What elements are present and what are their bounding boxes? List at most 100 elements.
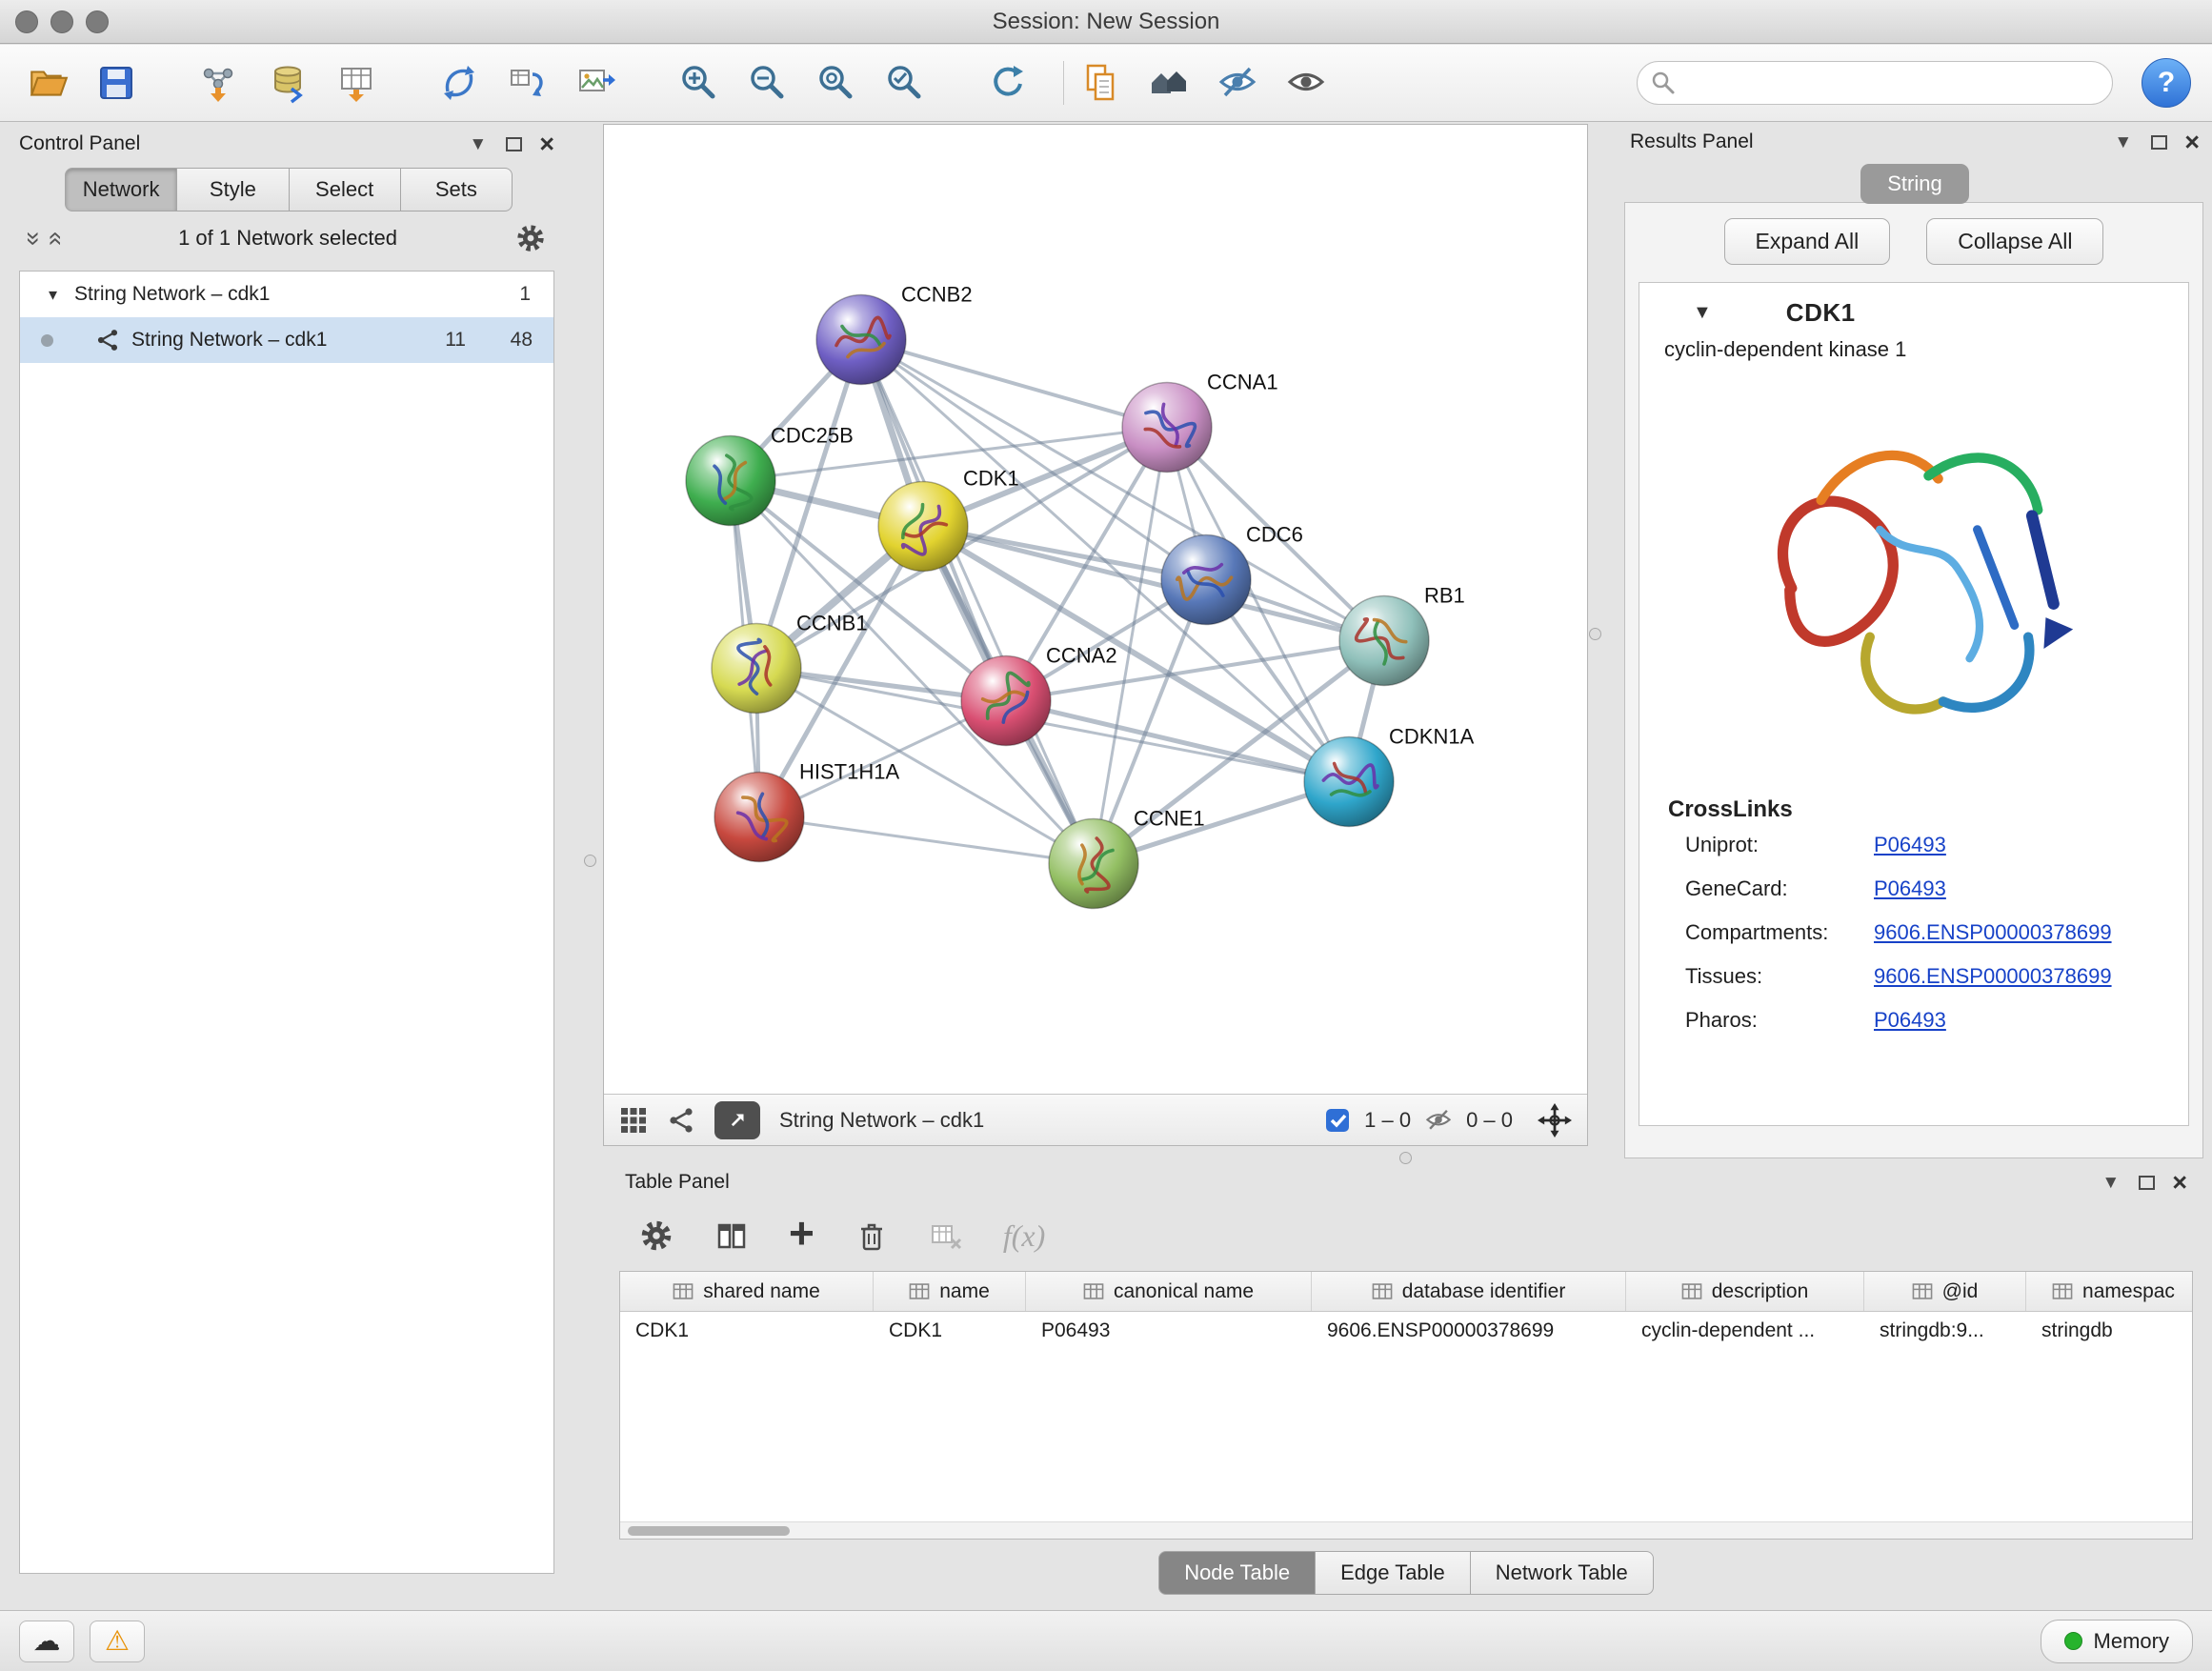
- splitter-handle-bottom[interactable]: [1399, 1152, 1412, 1164]
- crosslink-link[interactable]: 9606.ENSP00000378699: [1874, 920, 2112, 945]
- import-network-icon: [198, 62, 240, 104]
- network-node-cdkn1a[interactable]: [1304, 737, 1394, 827]
- show-columns-icon[interactable]: [714, 1218, 749, 1253]
- warnings-button[interactable]: ⚠: [90, 1621, 145, 1662]
- crosslink-row-tissues: Tissues: 9606.ENSP00000378699: [1639, 955, 2188, 998]
- network-edge-ccnb2-ccna1[interactable]: [861, 340, 1167, 428]
- network-edge-ccna2-cdkn1a[interactable]: [1006, 701, 1349, 782]
- show-all-button[interactable]: [1279, 56, 1333, 110]
- copy-button[interactable]: [1074, 56, 1127, 110]
- hidden-eye-slash-icon[interactable]: [1424, 1106, 1453, 1135]
- export-image-button[interactable]: [570, 56, 623, 110]
- crosslink-link[interactable]: P06493: [1874, 1008, 1946, 1033]
- grid-view-icon[interactable]: [619, 1106, 648, 1135]
- selected-checkbox-icon[interactable]: [1324, 1107, 1351, 1134]
- panel-close-icon[interactable]: ×: [2184, 130, 2200, 155]
- panel-menu-icon[interactable]: ▼: [469, 135, 487, 153]
- collapse-all-button[interactable]: Collapse All: [1926, 218, 2103, 265]
- network-node-rb1[interactable]: [1339, 596, 1429, 686]
- crosslink-link[interactable]: P06493: [1874, 876, 1946, 901]
- tab-edge-table[interactable]: Edge Table: [1315, 1551, 1471, 1595]
- import-table-file-button[interactable]: [330, 56, 383, 110]
- hide-selected-button[interactable]: [1211, 56, 1264, 110]
- tab-string[interactable]: String: [1860, 164, 1968, 204]
- tab-node-table[interactable]: Node Table: [1158, 1551, 1316, 1595]
- expand-all-button[interactable]: Expand All: [1724, 218, 1891, 265]
- zoom-in-button[interactable]: [673, 56, 726, 110]
- splitter-handle-right[interactable]: [1589, 628, 1601, 640]
- share-view-icon[interactable]: [667, 1106, 695, 1135]
- column-header-namespac[interactable]: namespac: [2026, 1272, 2193, 1311]
- collapse-section-icon[interactable]: ▼: [1693, 302, 1712, 324]
- add-column-icon[interactable]: +: [789, 1211, 814, 1255]
- network-node-cdk1[interactable]: [878, 482, 968, 572]
- cloud-button[interactable]: ☁: [19, 1621, 74, 1662]
- search-input[interactable]: [1685, 70, 2099, 95]
- panel-menu-icon[interactable]: ▼: [2114, 133, 2132, 151]
- column-header-shared-name[interactable]: shared name: [620, 1272, 874, 1311]
- home-view-button[interactable]: [1142, 56, 1196, 110]
- save-session-button[interactable]: [90, 56, 143, 110]
- panel-float-icon[interactable]: [2139, 1176, 2155, 1190]
- network-collection-row[interactable]: ▾ String Network – cdk1 1: [20, 272, 553, 317]
- scrollbar-thumb[interactable]: [628, 1526, 790, 1536]
- traffic-lights: [15, 10, 109, 33]
- tab-network-table[interactable]: Network Table: [1470, 1551, 1654, 1595]
- column-header-canonical-name[interactable]: canonical name: [1026, 1272, 1312, 1311]
- table-row[interactable]: CDK1CDK1P064939606.ENSP00000378699cyclin…: [620, 1312, 2192, 1352]
- delete-trash-icon[interactable]: [855, 1218, 889, 1253]
- network-row-selected[interactable]: String Network – cdk1 11 48: [20, 317, 553, 363]
- tab-style[interactable]: Style: [176, 168, 289, 211]
- open-in-new-window-button[interactable]: [714, 1101, 760, 1139]
- network-canvas-wrapper: CCNB2CCNA1CDC25BCDK1CDC6RB1CCNB1CCNA2CDK…: [604, 125, 1587, 1094]
- network-edge-hist1h1a-ccne1[interactable]: [759, 817, 1094, 864]
- crosslink-link[interactable]: 9606.ENSP00000378699: [1874, 964, 2112, 989]
- window-close-button[interactable]: [15, 10, 38, 33]
- table-settings-gear-icon[interactable]: [638, 1218, 674, 1254]
- refresh-layout-button[interactable]: [981, 56, 1035, 110]
- column-header--id[interactable]: @id: [1864, 1272, 2026, 1311]
- panel-float-icon[interactable]: [506, 137, 522, 151]
- network-node-ccne1[interactable]: [1049, 819, 1138, 909]
- network-canvas[interactable]: CCNB2CCNA1CDC25BCDK1CDC6RB1CCNB1CCNA2CDK…: [604, 125, 1587, 1094]
- column-header-description[interactable]: description: [1626, 1272, 1864, 1311]
- expand-all-tree-icon[interactable]: »: [39, 231, 69, 245]
- import-network-file-button[interactable]: [192, 56, 246, 110]
- column-header-database-identifier[interactable]: database identifier: [1312, 1272, 1626, 1311]
- network-node-cdc6[interactable]: [1161, 535, 1251, 625]
- table-horizontal-scrollbar[interactable]: [620, 1521, 2192, 1539]
- clone-network-button[interactable]: [501, 56, 554, 110]
- network-node-ccnb2[interactable]: [816, 295, 906, 385]
- panel-close-icon[interactable]: ×: [2172, 1170, 2187, 1196]
- window-minimize-button[interactable]: [50, 10, 73, 33]
- network-edge-ccnb2-ccne1[interactable]: [861, 340, 1094, 864]
- tab-sets[interactable]: Sets: [400, 168, 513, 211]
- memory-button[interactable]: Memory: [2041, 1620, 2193, 1663]
- network-node-ccna1[interactable]: [1122, 383, 1212, 473]
- import-network-database-button[interactable]: [261, 56, 314, 110]
- tab-network[interactable]: Network: [65, 168, 177, 211]
- open-session-button[interactable]: [21, 56, 74, 110]
- zoom-out-button[interactable]: [741, 56, 794, 110]
- tree-expand-icon[interactable]: ▾: [49, 285, 57, 305]
- crosslink-link[interactable]: P06493: [1874, 833, 1946, 857]
- window-zoom-button[interactable]: [86, 10, 109, 33]
- network-node-label-ccnb1: CCNB1: [796, 612, 868, 635]
- gear-icon[interactable]: [514, 222, 547, 254]
- panel-float-icon[interactable]: [2151, 135, 2167, 150]
- network-node-cdc25b[interactable]: [686, 436, 775, 526]
- protein-name: CDK1: [1786, 298, 1856, 328]
- network-node-ccnb1[interactable]: [712, 624, 801, 714]
- zoom-selected-button[interactable]: [878, 56, 932, 110]
- zoom-fit-button[interactable]: [810, 56, 863, 110]
- new-network-button[interactable]: [432, 56, 486, 110]
- column-header-name[interactable]: name: [874, 1272, 1026, 1311]
- network-node-hist1h1a[interactable]: [714, 773, 804, 862]
- crosshair-move-icon[interactable]: [1538, 1103, 1572, 1137]
- tab-select[interactable]: Select: [289, 168, 401, 211]
- panel-close-icon[interactable]: ×: [539, 131, 554, 157]
- help-button[interactable]: ?: [2142, 58, 2191, 108]
- panel-menu-icon[interactable]: ▼: [2101, 1174, 2120, 1192]
- splitter-handle-left[interactable]: [584, 855, 596, 867]
- network-node-ccna2[interactable]: [961, 656, 1051, 746]
